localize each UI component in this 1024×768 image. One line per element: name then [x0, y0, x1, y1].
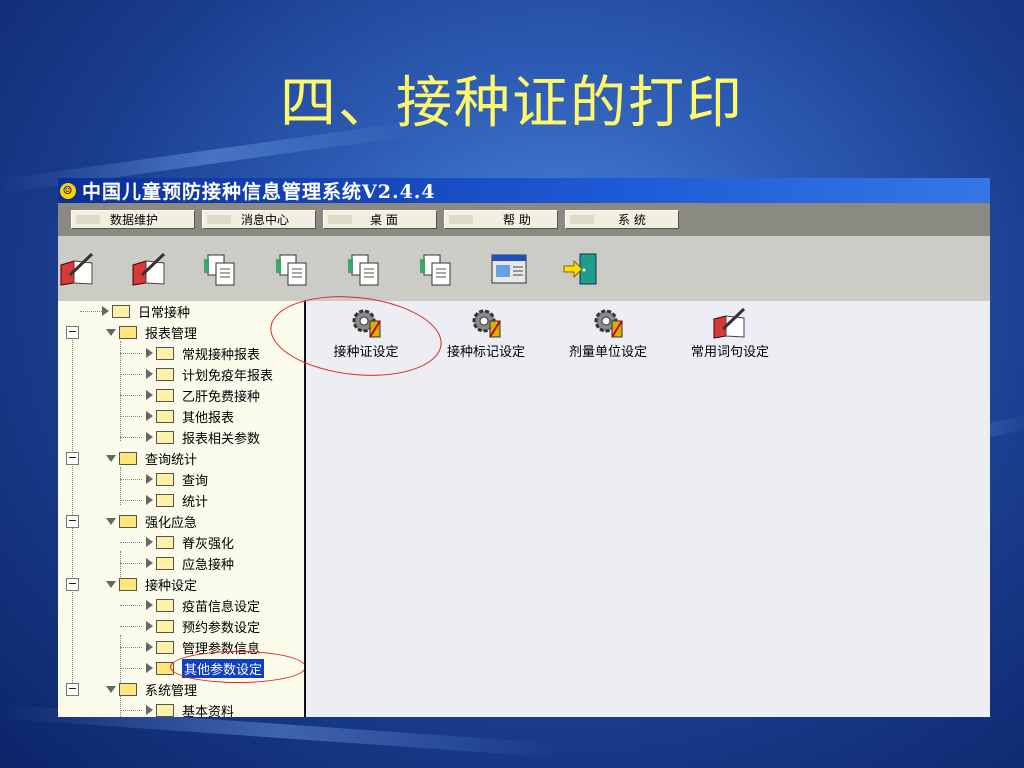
menu-desktop[interactable]: 桌 面 — [323, 210, 437, 229]
settings-panel: 接种证设定 接种标记设定 剂量单位设定 常用词句设定 — [266, 288, 990, 717]
book-pen-icon[interactable] — [130, 251, 168, 287]
menu-help[interactable]: 帮 助 — [444, 210, 558, 229]
item-certificate-settings[interactable]: 接种证设定 — [321, 307, 411, 360]
tree-node-report-params[interactable]: 报表相关参数 — [120, 427, 260, 447]
app-window: ☺ 中国儿童预防接种信息管理系统V2.4.4 数据维护 消息中心 桌 面 帮 助… — [58, 178, 990, 717]
gear-settings-icon — [472, 309, 501, 338]
tree-node-query-stats[interactable]: − 查询统计 — [66, 448, 197, 468]
window-title: 中国儿童预防接种信息管理系统V2.4.4 — [82, 181, 436, 203]
gear-settings-icon — [594, 309, 623, 338]
slide-title: 四、接种证的打印 — [280, 71, 744, 136]
tree-node-vaccination-settings[interactable]: − 接种设定 — [66, 574, 197, 594]
menu-bar: 数据维护 消息中心 桌 面 帮 助 系 统 — [58, 203, 990, 236]
copy-doc-icon[interactable] — [418, 251, 456, 287]
nav-tree: 日常接种 − 报表管理 常规接种报表 计划免疫年报表 乙肝免费接种 其他报表 报… — [58, 301, 306, 717]
menu-message-center[interactable]: 消息中心 — [202, 210, 316, 229]
exit-door-icon[interactable] — [562, 251, 600, 287]
content-area: 日常接种 − 报表管理 常规接种报表 计划免疫年报表 乙肝免费接种 其他报表 报… — [58, 288, 990, 717]
tree-node-appointment-params[interactable]: 预约参数设定 — [120, 616, 260, 636]
menu-data-maintenance[interactable]: 数据维护 — [71, 210, 195, 229]
item-mark-settings[interactable]: 接种标记设定 — [436, 307, 536, 360]
tree-node-other-reports[interactable]: 其他报表 — [120, 406, 234, 426]
tree-node-query[interactable]: 查询 — [120, 469, 208, 489]
tree-node-routine-report[interactable]: 常规接种报表 — [120, 343, 260, 363]
copy-doc-icon[interactable] — [202, 251, 240, 287]
copy-doc-icon[interactable] — [274, 251, 312, 287]
book-pen-icon — [713, 307, 746, 339]
tree-node-basic-data[interactable]: 基本资料 — [120, 700, 234, 717]
tree-node-emergency-vaccination[interactable]: 应急接种 — [120, 553, 234, 573]
tree-node-report-management[interactable]: − 报表管理 — [66, 322, 197, 342]
tree-node-intensified-emergency[interactable]: − 强化应急 — [66, 511, 197, 531]
book-pen-icon[interactable] — [58, 251, 96, 287]
copy-doc-icon[interactable] — [346, 251, 384, 287]
tree-node-daily-vaccination[interactable]: 日常接种 — [80, 301, 190, 321]
tree-node-polio-campaign[interactable]: 脊灰强化 — [120, 532, 234, 552]
gear-settings-icon — [352, 309, 381, 338]
tree-node-annual-report[interactable]: 计划免疫年报表 — [120, 364, 273, 384]
window-form-icon[interactable] — [490, 251, 528, 287]
tree-node-vaccine-info[interactable]: 疫苗信息设定 — [120, 595, 260, 615]
item-phrase-settings[interactable]: 常用词句设定 — [680, 307, 780, 360]
tree-node-other-params-selected[interactable]: 其他参数设定 — [120, 658, 265, 678]
toolbar — [58, 236, 990, 301]
tree-node-stats[interactable]: 统计 — [120, 490, 208, 510]
item-dose-unit-settings[interactable]: 剂量单位设定 — [558, 307, 658, 360]
menu-system[interactable]: 系 统 — [565, 210, 679, 229]
tree-node-system-management[interactable]: − 系统管理 — [66, 679, 197, 699]
tree-node-hepb-free[interactable]: 乙肝免费接种 — [120, 385, 260, 405]
tree-node-management-params[interactable]: 管理参数信息 — [120, 637, 260, 657]
window-titlebar: ☺ 中国儿童预防接种信息管理系统V2.4.4 — [58, 178, 990, 203]
smiley-app-icon: ☺ — [60, 182, 76, 199]
